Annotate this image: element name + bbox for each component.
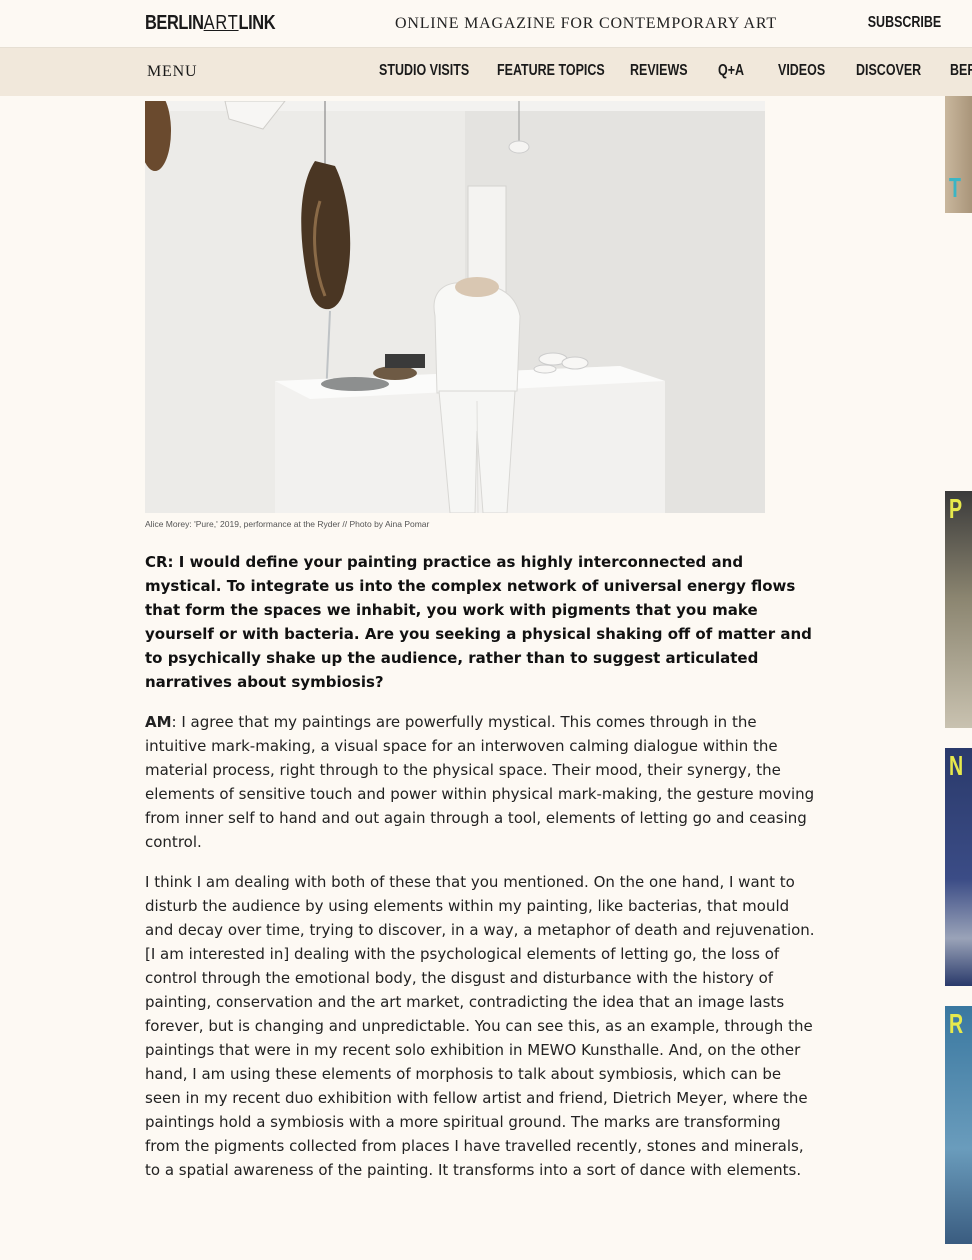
ad-1-text: T (949, 172, 961, 203)
article-photo (145, 101, 765, 513)
nav-item-videos[interactable]: VIDEOS (778, 62, 825, 80)
ad-2-text: P (949, 493, 963, 524)
ad-4-text: R (949, 1008, 964, 1039)
nav-item-qa[interactable]: Q+A (718, 62, 744, 80)
nav-item-studio-visits[interactable]: STUDIO VISITS (379, 62, 469, 80)
performance-photo (145, 101, 765, 513)
top-header: BERLINARTLINK ONLINE MAGAZINE FOR CONTEM… (0, 0, 972, 48)
nav-item-reviews[interactable]: REVIEWS (630, 62, 688, 80)
site-logo[interactable]: BERLINARTLINK (145, 12, 276, 35)
article-body: CR: I would define your painting practic… (145, 550, 817, 1198)
photo-caption: Alice Morey: 'Pure,' 2019, performance a… (145, 519, 430, 529)
site-tagline: ONLINE MAGAZINE FOR CONTEMPORARY ART (395, 15, 777, 32)
nav-item-berlin[interactable]: BER (950, 62, 972, 80)
nav-item-feature-topics[interactable]: FEATURE TOPICS (497, 62, 605, 80)
logo-text-art: ART (203, 12, 239, 34)
main-nav: MENU STUDIO VISITS FEATURE TOPICS REVIEW… (0, 48, 972, 96)
answer-paragraph-1: AM: I agree that my paintings are powerf… (145, 710, 817, 854)
ad-3-text: N (949, 750, 964, 781)
sidebar-ad-4[interactable]: R (945, 1006, 972, 1244)
answer-speaker: AM (145, 713, 172, 731)
answer-paragraph-2: I think I am dealing with both of these … (145, 873, 815, 1179)
nav-item-discover[interactable]: DISCOVER (856, 62, 921, 80)
answer-text-1: : I agree that my paintings are powerful… (145, 713, 815, 851)
sidebar-ad-1[interactable]: T (945, 96, 972, 213)
logo-text-berlin: BERLIN (145, 12, 204, 34)
nav-links: STUDIO VISITS FEATURE TOPICS REVIEWS Q+A… (0, 62, 972, 86)
sidebar-ad-2[interactable]: P (945, 491, 972, 728)
subscribe-link[interactable]: SUBSCRIBE (867, 14, 941, 32)
logo-text-link: LINK (238, 12, 276, 34)
interview-question: CR: I would define your painting practic… (145, 553, 812, 691)
sidebar-ad-3[interactable]: N (945, 748, 972, 986)
